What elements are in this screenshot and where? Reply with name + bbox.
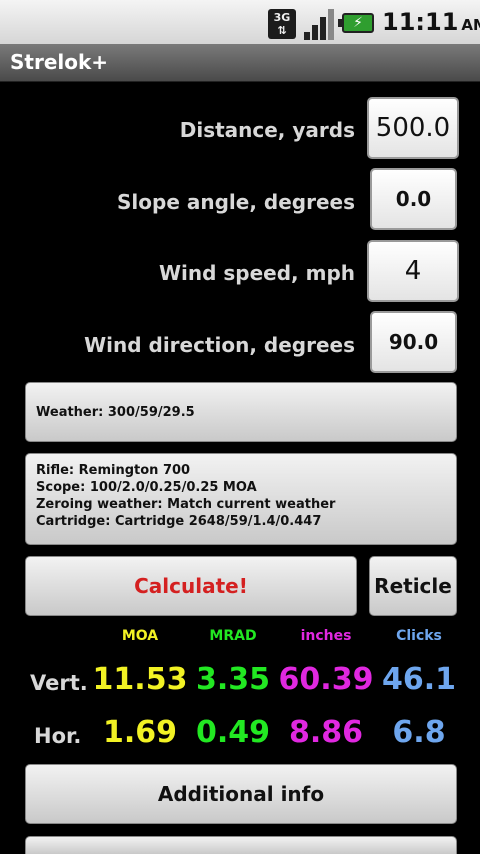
app-title-bar: Strelok+ xyxy=(0,44,480,82)
status-clock: 11:11AM xyxy=(382,8,480,36)
hor-row-label: Hor. xyxy=(34,724,82,748)
weather-button[interactable]: Weather: 300/59/29.5 xyxy=(25,382,457,442)
mrad-header: MRAD xyxy=(209,628,257,644)
inches-header: inches xyxy=(300,628,352,644)
wind-direction-field[interactable]: 90.0 xyxy=(370,311,457,373)
hor-clicks-value: 6.8 xyxy=(392,715,446,750)
scope-label: Scope: 100/2.0/0.25/0.25 MOA xyxy=(36,480,257,495)
wind-speed-label: Wind speed, mph xyxy=(158,261,355,285)
wind-speed-field[interactable]: 4 xyxy=(367,240,459,302)
app-title: Strelok+ xyxy=(10,50,109,74)
rifle-profile-button[interactable]: Rifle: Remington 700 Scope: 100/2.0/0.25… xyxy=(25,453,457,545)
moa-header: MOA xyxy=(121,628,159,644)
vert-clicks-value: 46.1 xyxy=(381,662,457,697)
distance-label: Distance, yards xyxy=(179,118,355,142)
reticle-button[interactable]: Reticle xyxy=(369,556,457,616)
vert-row-label: Vert. xyxy=(30,671,88,695)
status-bar: 3G⇅ ⚡ 11:11AM xyxy=(0,0,480,44)
signal-strength-icon xyxy=(304,8,336,40)
partial-bottom-button[interactable] xyxy=(25,836,457,854)
zeroing-weather-label: Zeroing weather: Match current weather xyxy=(36,497,336,512)
distance-field[interactable]: 500.0 xyxy=(367,97,459,159)
clicks-header: Clicks xyxy=(396,628,442,644)
network-3g-icon: 3G ⇅ xyxy=(268,9,296,39)
calculate-button[interactable]: Calculate! xyxy=(25,556,357,616)
slope-angle-field[interactable]: 0.0 xyxy=(370,168,457,230)
cartridge-label: Cartridge: Cartridge 2648/59/1.4/0.447 xyxy=(36,514,322,529)
additional-info-button[interactable]: Additional info xyxy=(25,764,457,824)
wind-direction-label: Wind direction, degrees xyxy=(84,333,355,357)
slope-angle-label: Slope angle, degrees xyxy=(117,190,355,214)
battery-charging-icon: ⚡ xyxy=(338,13,374,33)
rifle-label: Rifle: Remington 700 xyxy=(36,463,191,478)
weather-label: Weather: 300/59/29.5 xyxy=(36,405,195,420)
